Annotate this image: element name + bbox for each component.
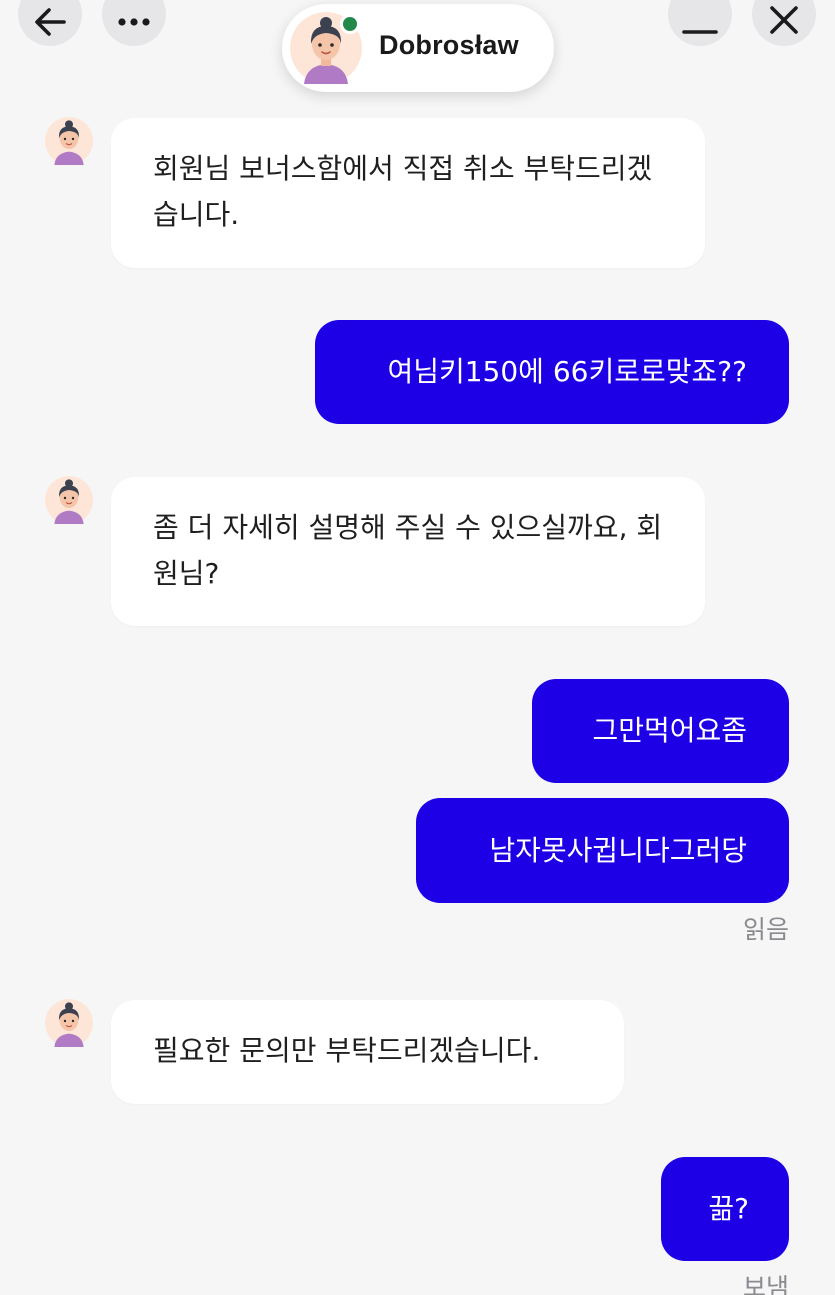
agent-avatar (45, 476, 93, 524)
minimize-button[interactable] (668, 0, 732, 46)
agent-message-bubble: 회원님 보너스함에서 직접 취소 부탁드리겠습니다. (111, 118, 705, 268)
close-icon (770, 6, 798, 34)
agent-name: Dobrosław (379, 30, 519, 60)
agent-avatar (45, 117, 93, 165)
user-message-bubble: 남자못사귑니다그러당 (416, 798, 789, 903)
more-options-button[interactable] (102, 0, 166, 46)
agent-message-bubble: 필요한 문의만 부탁드리겠습니다. (111, 1000, 624, 1104)
online-status-dot (340, 14, 360, 34)
agent-message-bubble: 좀 더 자세히 설명해 주실 수 있으실까요, 회원님? (111, 477, 705, 626)
user-message-bubble: 그만먹어요좀 (532, 679, 789, 783)
agent-avatar (45, 999, 93, 1047)
read-status: 읽음 (742, 915, 789, 944)
sent-status: 보냄 (742, 1273, 789, 1295)
minimize-icon (682, 30, 718, 34)
chat-screen: Dobrosław 회원님 보너스함에서 직접 취소 부탁드리겠습니다. 여님키… (0, 0, 835, 1295)
agent-header-pill[interactable]: Dobrosław (282, 4, 554, 92)
back-button[interactable] (18, 0, 82, 46)
close-button[interactable] (752, 0, 816, 46)
more-horizontal-icon (118, 18, 150, 26)
user-message-bubble: 끎? (661, 1157, 789, 1261)
arrow-left-icon (35, 8, 66, 36)
user-message-bubble: 여님키150에 66키로로맞죠?? (315, 320, 789, 424)
